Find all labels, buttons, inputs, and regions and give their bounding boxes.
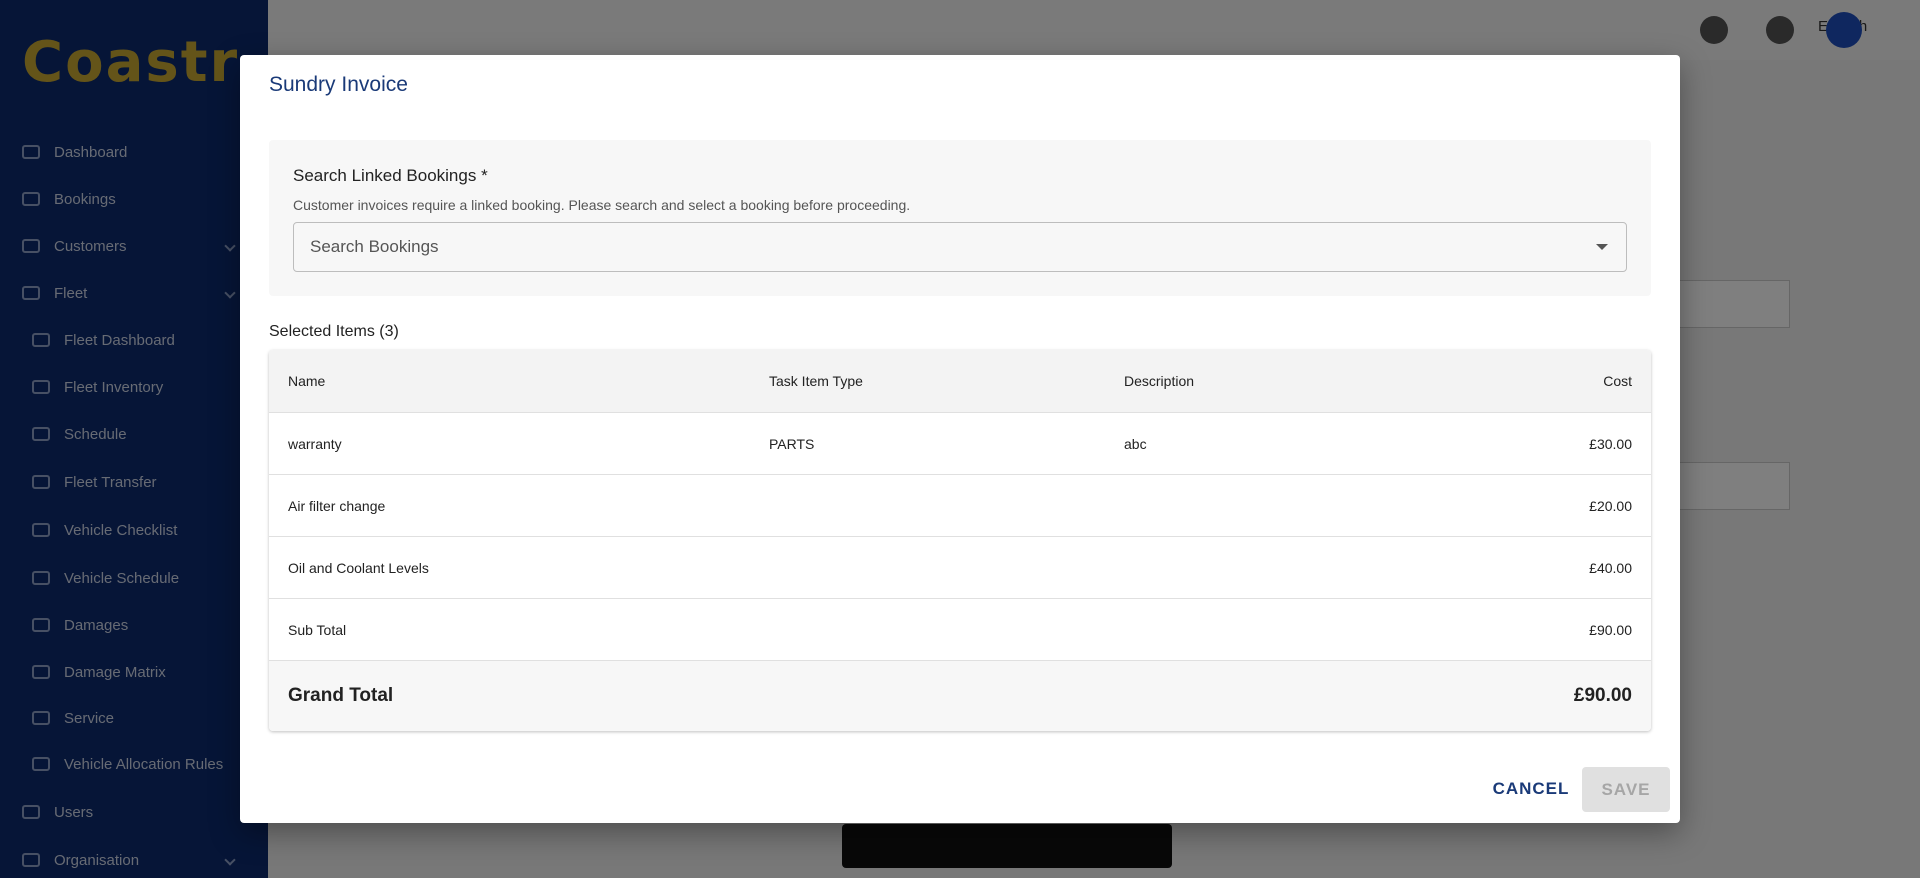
linked-bookings-panel: Search Linked Bookings * Customer invoic… <box>269 140 1651 296</box>
item-description <box>1124 537 1424 598</box>
grand-total-label: Grand Total <box>288 685 394 706</box>
table-row: Oil and Coolant Levels £40.00 <box>269 537 1651 599</box>
item-name: Oil and Coolant Levels <box>288 559 429 576</box>
dropdown-arrow-icon[interactable] <box>1596 244 1608 250</box>
search-bookings-input[interactable] <box>310 223 1570 271</box>
item-name: Air filter change <box>288 497 386 514</box>
dialog-title: Sundry Invoice <box>269 73 408 96</box>
item-cost: £30.00 <box>1589 435 1632 452</box>
save-button[interactable]: SAVE <box>1582 767 1670 812</box>
item-type: PARTS <box>769 435 815 452</box>
header-cost: Cost <box>1603 373 1632 389</box>
grand-total-value: £90.00 <box>1573 685 1632 706</box>
search-bookings-field[interactable] <box>293 222 1627 272</box>
selected-items-heading: Selected Items (3) <box>269 323 399 340</box>
item-name: warranty <box>288 435 342 452</box>
item-description <box>1124 475 1424 536</box>
table-row: Air filter change £20.00 <box>269 475 1651 537</box>
cancel-button[interactable]: CANCEL <box>1484 767 1578 811</box>
item-type <box>769 475 1109 536</box>
table-header: Name Task Item Type Description Cost <box>269 350 1651 413</box>
item-description: abc <box>1124 435 1147 452</box>
item-cost: £20.00 <box>1589 497 1632 514</box>
search-label: Search Linked Bookings * <box>293 166 488 185</box>
selected-items-table: Name Task Item Type Description Cost war… <box>269 350 1651 731</box>
header-name: Name <box>288 373 326 389</box>
table-row: warranty PARTS abc £30.00 <box>269 413 1651 475</box>
search-helper-text: Customer invoices require a linked booki… <box>293 197 911 213</box>
header-description: Description <box>1124 373 1195 389</box>
subtotal-label: Sub Total <box>288 621 347 638</box>
item-type <box>769 537 1109 598</box>
sundry-invoice-dialog: Sundry Invoice Search Linked Bookings * … <box>240 55 1680 823</box>
grand-total-row: Grand Total £90.00 <box>269 661 1651 731</box>
subtotal-row: Sub Total £90.00 <box>269 599 1651 661</box>
header-task-item-type: Task Item Type <box>769 373 863 389</box>
subtotal-value: £90.00 <box>1589 621 1632 638</box>
item-cost: £40.00 <box>1589 559 1632 576</box>
